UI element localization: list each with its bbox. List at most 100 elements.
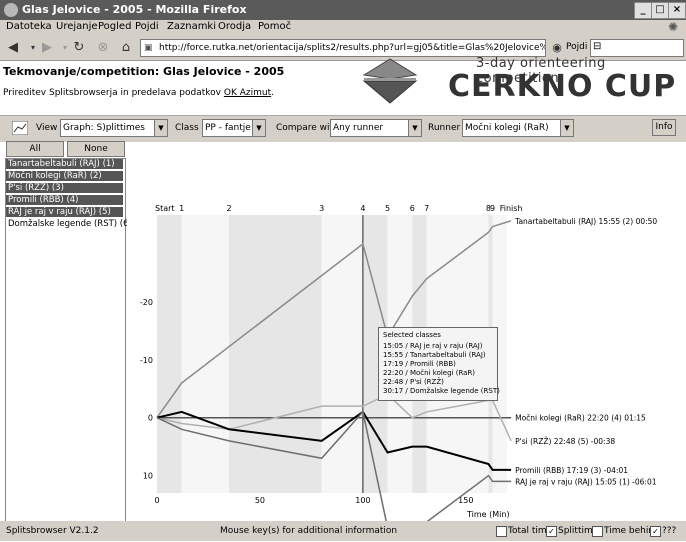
control-label: 1 — [179, 204, 184, 213]
home-icon[interactable]: ⌂ — [117, 39, 135, 57]
mouse-hint: Mouse key(s) for additional information — [220, 526, 398, 536]
control-label: 3 — [319, 204, 324, 213]
runner-label: Runner — [428, 123, 461, 133]
menu-tools[interactable]: Orodja — [218, 21, 251, 32]
series-end-label: Promili (RBB) 17:19 (3) -04:01 — [515, 466, 628, 475]
select-none-button[interactable]: None — [67, 141, 125, 157]
menu-bar: Datoteka Urejanje Pogled Pojdi Zaznamki … — [0, 20, 686, 36]
url-bar[interactable]: ▣ http://force.rutka.net/orientacija/spl… — [140, 39, 546, 57]
tooltip-title: Selected classes — [383, 331, 441, 339]
class-select-value: PP - fantje — [205, 123, 251, 133]
tooltip-line: 30:17 / Domžalske legende (RST) — [383, 387, 500, 395]
logo-title: CERKNO CUP — [448, 69, 677, 104]
control-label: 4 — [360, 204, 365, 213]
page-icon: ▣ — [144, 43, 153, 53]
class-list[interactable]: Tanartabeltabuli (RAJ) (1) Močni kolegi … — [5, 158, 132, 522]
y-tick-label: -10 — [140, 356, 153, 365]
throbber-icon: ✺ — [668, 20, 679, 34]
page-heading: Tekmovanje/competition: Glas Jelovice - … — [3, 65, 285, 78]
tooltip-line: 22:20 / Močni kolegi (RaR) — [383, 369, 476, 377]
class-list-item[interactable]: Močni kolegi (RaR) (2) — [6, 171, 123, 181]
runner-dropdown-icon[interactable]: ▼ — [560, 120, 573, 136]
search-engine-icon[interactable]: ⊟ — [593, 41, 601, 52]
back-icon[interactable]: ◀ — [4, 39, 22, 57]
x-tick-label: 100 — [355, 496, 370, 505]
control-label: Start — [155, 204, 175, 213]
control-label: 2 — [227, 204, 232, 213]
stop-icon[interactable]: ⊗ — [94, 39, 112, 57]
x-tick-label: 0 — [154, 496, 159, 505]
y-tick-label: 0 — [148, 414, 153, 423]
maximize-button[interactable]: □ — [651, 2, 669, 19]
url-text: http://force.rutka.net/orientacija/split… — [159, 43, 545, 53]
go-button[interactable]: Pojdi — [566, 42, 587, 52]
menu-help[interactable]: Pomoč — [258, 21, 291, 32]
firefox-icon — [4, 3, 18, 17]
class-label: Class — [175, 123, 199, 133]
class-list-item[interactable]: RAJ je raj v raju (RAJ) (5) — [6, 207, 123, 217]
series-end-label: RAJ je raj v raju (RAJ) 15:05 (1) -06:01 — [515, 477, 657, 486]
total-time-checkbox[interactable] — [496, 526, 507, 537]
runner-select[interactable]: Močni kolegi (RaR) ▼ — [462, 119, 574, 137]
compare-select[interactable]: Any runner ▼ — [330, 119, 422, 137]
compare-select-value: Any runner — [333, 123, 384, 133]
y-tick-label: -20 — [140, 298, 153, 307]
runner-select-value: Močni kolegi (RaR) — [465, 123, 549, 133]
forward-icon[interactable]: ▶ — [38, 39, 56, 57]
info-button[interactable]: Info — [652, 119, 676, 136]
x-axis-label: Time (Min) — [466, 510, 510, 519]
menu-go[interactable]: Pojdi — [135, 21, 159, 32]
control-label: Finish — [500, 204, 523, 213]
version-label: Splitsbrowser V2.1.2 — [6, 526, 99, 536]
y-tick-label: 10 — [143, 472, 153, 481]
tooltip-line: 17:19 / Promili (RBB) — [383, 360, 456, 368]
translation-end: . — [271, 88, 274, 98]
menu-bookmarks[interactable]: Zaznamki — [167, 21, 216, 32]
menu-view[interactable]: Pogled — [98, 21, 131, 32]
class-dropdown-icon[interactable]: ▼ — [252, 120, 265, 136]
control-label: 5 — [385, 204, 390, 213]
leg-stripe — [157, 215, 182, 493]
x-tick-label: 50 — [255, 496, 265, 505]
qqq-checkbox[interactable]: ✓ — [650, 526, 661, 537]
class-list-item[interactable]: P'si (RZŽ) (3) — [6, 183, 123, 193]
select-all-button[interactable]: All — [6, 141, 64, 157]
status-bar: Splitsbrowser V2.1.2 Mouse key(s) for ad… — [0, 521, 686, 541]
tooltip-line: 15:55 / Tanartabeltabuli (RAJ) — [383, 351, 486, 359]
reload-icon[interactable]: ↻ — [70, 39, 88, 57]
compare-dropdown-icon[interactable]: ▼ — [408, 120, 421, 136]
time-behind-checkbox[interactable] — [592, 526, 603, 537]
control-bar: View Graph: S)plittimes ▼ Class PP - fant… — [0, 115, 686, 142]
series-end-label: Tanartabeltabuli (RAJ) 15:55 (2) 00:50 — [514, 217, 657, 226]
class-list-item[interactable]: Domžalske legende (RST) (6) — [8, 219, 132, 229]
control-label: 9 — [490, 204, 495, 213]
view-label: View — [36, 123, 58, 133]
qqq-label: ??? — [662, 526, 677, 536]
translation-link[interactable]: OK Azimut — [224, 88, 271, 98]
tooltip-line: 15:05 / RAJ je raj v raju (RAJ) — [383, 342, 483, 350]
minimize-button[interactable]: _ — [634, 2, 652, 19]
view-select[interactable]: Graph: S)plittimes ▼ — [60, 119, 168, 137]
class-list-item[interactable]: Tanartabeltabuli (RAJ) (1) — [6, 159, 123, 169]
view-dropdown-icon[interactable]: ▼ — [154, 120, 167, 136]
class-list-item[interactable]: Promili (RBB) (4) — [6, 195, 123, 205]
graph-icon[interactable] — [12, 121, 28, 135]
splittime-checkbox[interactable]: ✓ — [546, 526, 557, 537]
control-label: 7 — [424, 204, 429, 213]
menu-file[interactable]: Datoteka — [6, 21, 52, 32]
menu-edit[interactable]: Urejanje — [56, 21, 98, 32]
window-title: Glas Jelovice - 2005 - Mozilla Firefox — [22, 3, 247, 16]
search-box[interactable]: ⊟ — [590, 39, 684, 57]
leg-stripe — [181, 215, 230, 493]
series-end-label: P'si (RZŽ) 22:48 (5) -00:38 — [515, 437, 615, 446]
translation-note: Prireditev Splitsbrowserja in predelava … — [3, 88, 274, 98]
leg-stripe — [229, 215, 322, 493]
series-end-label: Močni kolegi (RaR) 22:20 (4) 01:15 — [515, 414, 646, 423]
tooltip-line: 22:48 / P'si (RZŽ) — [383, 378, 444, 386]
class-select[interactable]: PP - fantje ▼ — [202, 119, 266, 137]
cerkno-cup-logo — [362, 58, 418, 104]
go-icon[interactable]: ◉ — [548, 39, 566, 57]
control-label: 6 — [410, 204, 415, 213]
close-button[interactable]: × — [668, 2, 686, 19]
selected-classes-tooltip: Selected classes 15:05 / RAJ je raj v ra… — [378, 327, 500, 401]
